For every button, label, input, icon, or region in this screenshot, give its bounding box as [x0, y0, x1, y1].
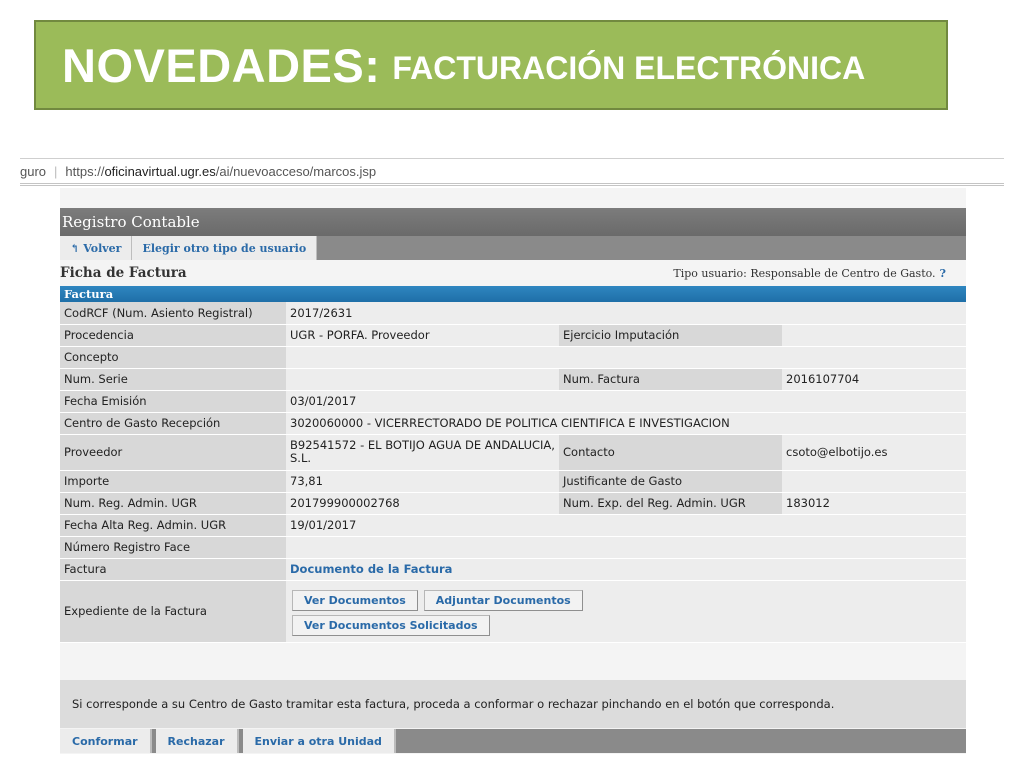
slide-title-sub: FACTURACIÓN ELECTRÓNICA — [392, 49, 866, 86]
field-value: UGR - PORFA. Proveedor — [286, 324, 559, 347]
field-value: 183012 — [782, 492, 966, 515]
table-row: CodRCF (Num. Asiento Registral) 2017/263… — [60, 302, 966, 325]
table-row: Importe 73,81 Justificante de Gasto — [60, 470, 966, 493]
user-type-info: Tipo usuario: Responsable de Centro de G… — [673, 267, 946, 280]
field-label: Num. Exp. del Reg. Admin. UGR — [559, 492, 782, 515]
slide-title-banner: NOVEDADES: FACTURACIÓN ELECTRÓNICA — [34, 20, 948, 110]
field-value — [286, 346, 966, 369]
field-label: Expediente de la Factura — [60, 580, 286, 643]
back-button[interactable]: ↰ Volver — [60, 236, 133, 260]
field-value: 2017/2631 — [286, 302, 966, 325]
field-value — [286, 368, 559, 391]
forward-button[interactable]: Enviar a otra Unidad — [242, 729, 396, 753]
invoice-document-link[interactable]: Documento de la Factura — [290, 562, 452, 576]
field-label: CodRCF (Num. Asiento Registral) — [60, 302, 286, 325]
field-value: 3020060000 - VICERRECTORADO DE POLITICA … — [286, 412, 966, 435]
url-scheme: https:// — [65, 163, 105, 179]
field-value: 201799900002768 — [286, 492, 559, 515]
field-label: Fecha Emisión — [60, 390, 286, 413]
url-host: oficinavirtual.ugr.es — [104, 163, 216, 179]
table-row: Factura Documento de la Factura — [60, 558, 966, 581]
page-title: Ficha de Factura — [60, 265, 187, 281]
field-label: Num. Serie — [60, 368, 286, 391]
browser-address-bar[interactable]: guro | https://oficinavirtual.ugr.es/ai/… — [20, 158, 1004, 186]
field-label: Número Registro Face — [60, 536, 286, 559]
back-button-label: Volver — [83, 241, 122, 255]
field-value: csoto@elbotijo.es — [782, 434, 966, 471]
field-value — [782, 470, 966, 493]
reject-button[interactable]: Rechazar — [155, 729, 239, 753]
field-label: Proveedor — [60, 434, 286, 471]
app-frame: Registro Contable ↰ Volver Elegir otro t… — [60, 188, 966, 754]
table-row: Proveedor B92541572 - EL BOTIJO AGUA DE … — [60, 434, 966, 471]
approve-button[interactable]: Conformar — [60, 729, 152, 753]
field-label: Procedencia — [60, 324, 286, 347]
field-value — [286, 536, 966, 559]
field-label: Centro de Gasto Recepción — [60, 412, 286, 435]
field-label: Num. Factura — [559, 368, 782, 391]
page-header: Ficha de Factura Tipo usuario: Responsab… — [60, 262, 966, 284]
table-row: Fecha Emisión 03/01/2017 — [60, 390, 966, 413]
field-label: Importe — [60, 470, 286, 493]
view-documents-button[interactable]: Ver Documentos — [292, 590, 418, 611]
field-value — [782, 324, 966, 347]
url-security-label: guro — [20, 163, 47, 179]
field-value: B92541572 - EL BOTIJO AGUA DE ANDALUCIA,… — [286, 434, 559, 471]
top-tab-bar: ↰ Volver Elegir otro tipo de usuario — [60, 236, 966, 260]
field-label: Justificante de Gasto — [559, 470, 782, 493]
change-user-type-button[interactable]: Elegir otro tipo de usuario — [132, 236, 318, 260]
section-header: Factura — [60, 286, 966, 302]
field-label: Concepto — [60, 346, 286, 369]
table-row: Número Registro Face — [60, 536, 966, 559]
instruction-text: Si corresponde a su Centro de Gasto tram… — [60, 680, 966, 728]
table-row: Centro de Gasto Recepción 3020060000 - V… — [60, 412, 966, 435]
table-row: Concepto — [60, 346, 966, 369]
view-requested-documents-button[interactable]: Ver Documentos Solicitados — [292, 615, 490, 636]
invoice-details-table: CodRCF (Num. Asiento Registral) 2017/263… — [60, 302, 966, 643]
table-row: Num. Serie Num. Factura 2016107704 — [60, 368, 966, 391]
help-icon[interactable]: ? — [940, 267, 946, 280]
field-value: Documento de la Factura — [286, 558, 966, 581]
table-row: Fecha Alta Reg. Admin. UGR 19/01/2017 — [60, 514, 966, 537]
slide-title-main: NOVEDADES: — [62, 38, 381, 92]
field-label: Contacto — [559, 434, 782, 471]
field-value: 73,81 — [286, 470, 559, 493]
field-value: 2016107704 — [782, 368, 966, 391]
back-arrow-icon: ↰ — [70, 241, 80, 255]
attach-documents-button[interactable]: Adjuntar Documentos — [423, 590, 583, 611]
url-divider: | — [54, 163, 58, 179]
table-row: Procedencia UGR - PORFA. Proveedor Ejerc… — [60, 324, 966, 347]
table-row: Expediente de la Factura Ver Documentos A… — [60, 580, 966, 643]
table-row: Num. Reg. Admin. UGR 201799900002768 Num… — [60, 492, 966, 515]
action-bar: Conformar Rechazar Enviar a otra Unidad — [60, 729, 966, 753]
field-value: Ver Documentos Adjuntar Documentos Ver Do… — [286, 580, 966, 643]
field-value: 03/01/2017 — [286, 390, 966, 413]
field-label: Ejercicio Imputación — [559, 324, 782, 347]
user-type-label: Tipo usuario: Responsable de Centro de G… — [673, 266, 936, 280]
field-value: 19/01/2017 — [286, 514, 966, 537]
field-label: Num. Reg. Admin. UGR — [60, 492, 286, 515]
field-label: Factura — [60, 558, 286, 581]
url-path: /ai/nuevoacceso/marcos.jsp — [215, 163, 377, 179]
app-title: Registro Contable — [60, 208, 966, 236]
field-label: Fecha Alta Reg. Admin. UGR — [60, 514, 286, 537]
